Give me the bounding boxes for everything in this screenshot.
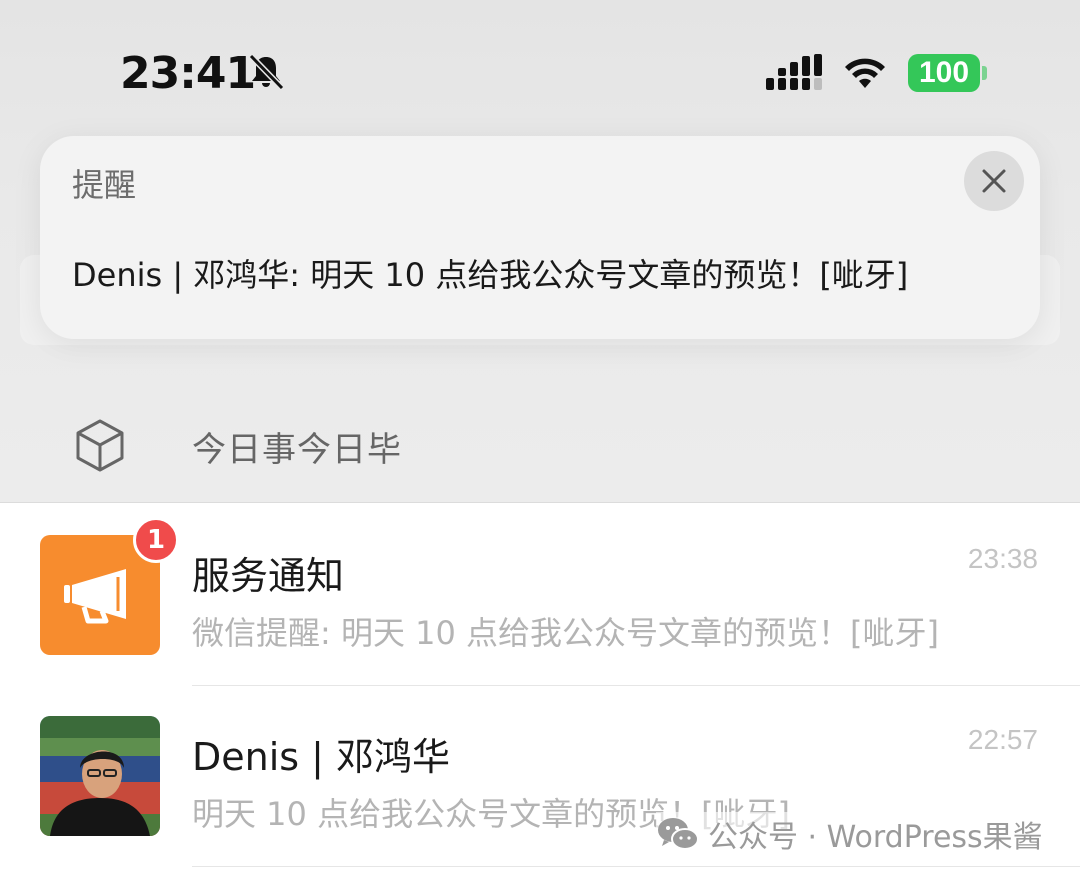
top-area: 23:41 100 提醒 Denis | 邓鸿华: 明天 10 点给我公众号文章…	[0, 0, 1080, 503]
chat-preview: 微信提醒: 明天 10 点给我公众号文章的预览！[呲牙]	[192, 614, 939, 652]
wechat-icon	[658, 818, 699, 850]
cellular-signal-icon	[766, 54, 822, 90]
battery-tip	[982, 66, 987, 80]
bell-slash-icon	[248, 53, 285, 91]
chat-row-service-notification[interactable]: 1 服务通知 微信提醒: 明天 10 点给我公众号文章的预览！[呲牙] 23:3…	[0, 505, 1080, 685]
close-icon	[982, 169, 1006, 193]
chat-name: 服务通知	[192, 554, 345, 598]
chat-name: Denis | 邓鸿华	[192, 735, 451, 779]
cube-icon	[76, 419, 124, 472]
chat-time: 22:57	[967, 724, 1038, 755]
watermark-text: 公众号 · WordPress果酱	[708, 820, 1043, 855]
notification-title: 提醒	[72, 166, 137, 204]
wifi-icon	[845, 58, 885, 88]
person-photo	[40, 716, 160, 836]
megaphone-icon	[64, 569, 126, 624]
unread-badge: 1	[133, 517, 179, 563]
battery-indicator: 100	[908, 54, 980, 92]
divider	[192, 866, 1080, 867]
notification-close-button[interactable]	[964, 151, 1024, 211]
watermark: 公众号 · WordPress果酱	[656, 812, 1043, 856]
battery-level: 100	[918, 56, 970, 89]
today-reminder-label[interactable]: 今日事今日毕	[192, 422, 402, 471]
status-time: 23:41	[120, 48, 256, 99]
notification-banner[interactable]: 提醒 Denis | 邓鸿华: 明天 10 点给我公众号文章的预览！[呲牙]	[40, 136, 1040, 339]
notification-message: Denis | 邓鸿华: 明天 10 点给我公众号文章的预览！[呲牙]	[72, 256, 909, 294]
status-bar: 23:41 100	[0, 0, 1080, 140]
chat-time: 23:38	[967, 543, 1038, 574]
